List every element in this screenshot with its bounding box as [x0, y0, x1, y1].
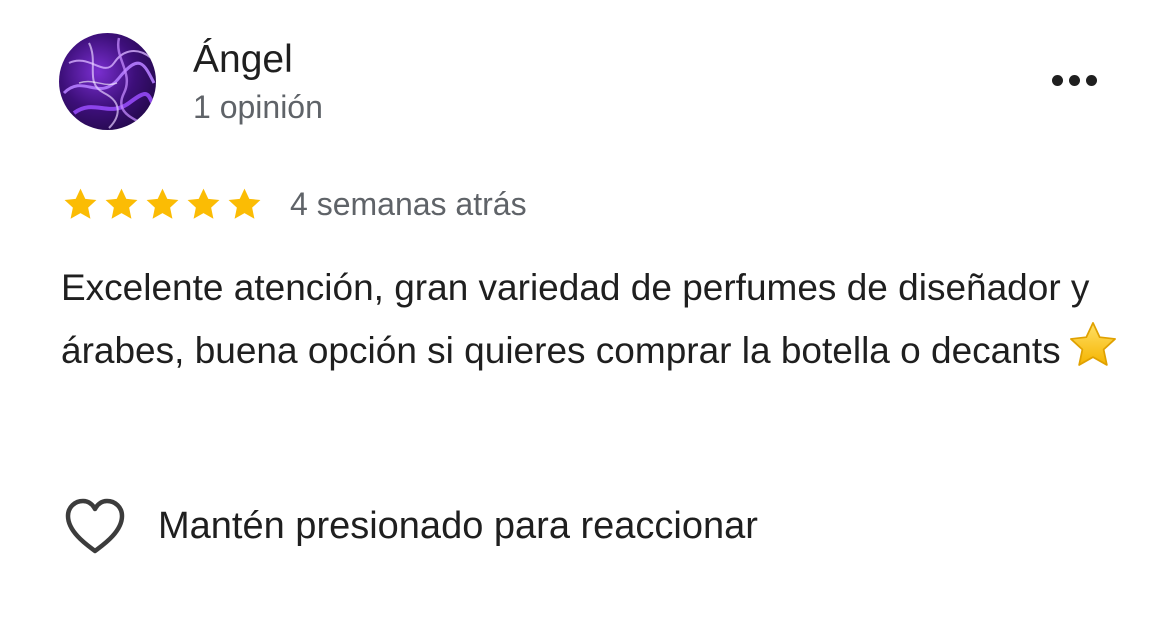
star-rating	[61, 185, 264, 224]
avatar[interactable]	[59, 33, 156, 130]
react-label: Mantén presionado para reaccionar	[158, 505, 758, 547]
heart-outline-icon	[64, 497, 126, 555]
reviewer-name[interactable]: Ángel	[193, 38, 293, 82]
more-dot	[1068, 74, 1080, 86]
more-options-button[interactable]	[1040, 60, 1108, 100]
more-dot	[1085, 74, 1097, 86]
star-icon	[225, 185, 264, 224]
star-emoji-icon	[1067, 319, 1119, 371]
review-text: Excelente atención, gran variedad de per…	[61, 258, 1121, 381]
star-icon	[102, 185, 141, 224]
star-icon	[61, 185, 100, 224]
star-icon	[143, 185, 182, 224]
rating-row: 4 semanas atrás	[61, 182, 527, 226]
review-date: 4 semanas atrás	[290, 186, 527, 222]
more-horizontal-icon	[1051, 74, 1063, 86]
reviewer-review-count: 1 opinión	[193, 89, 323, 125]
avatar-image	[62, 37, 156, 129]
review-card: Ángel 1 opinión 4 semanas atrás Excelent…	[0, 0, 1170, 618]
react-button[interactable]: Mantén presionado para reaccionar	[64, 494, 758, 558]
review-text-body: Excelente atención, gran variedad de per…	[61, 267, 1090, 371]
star-icon	[184, 185, 223, 224]
